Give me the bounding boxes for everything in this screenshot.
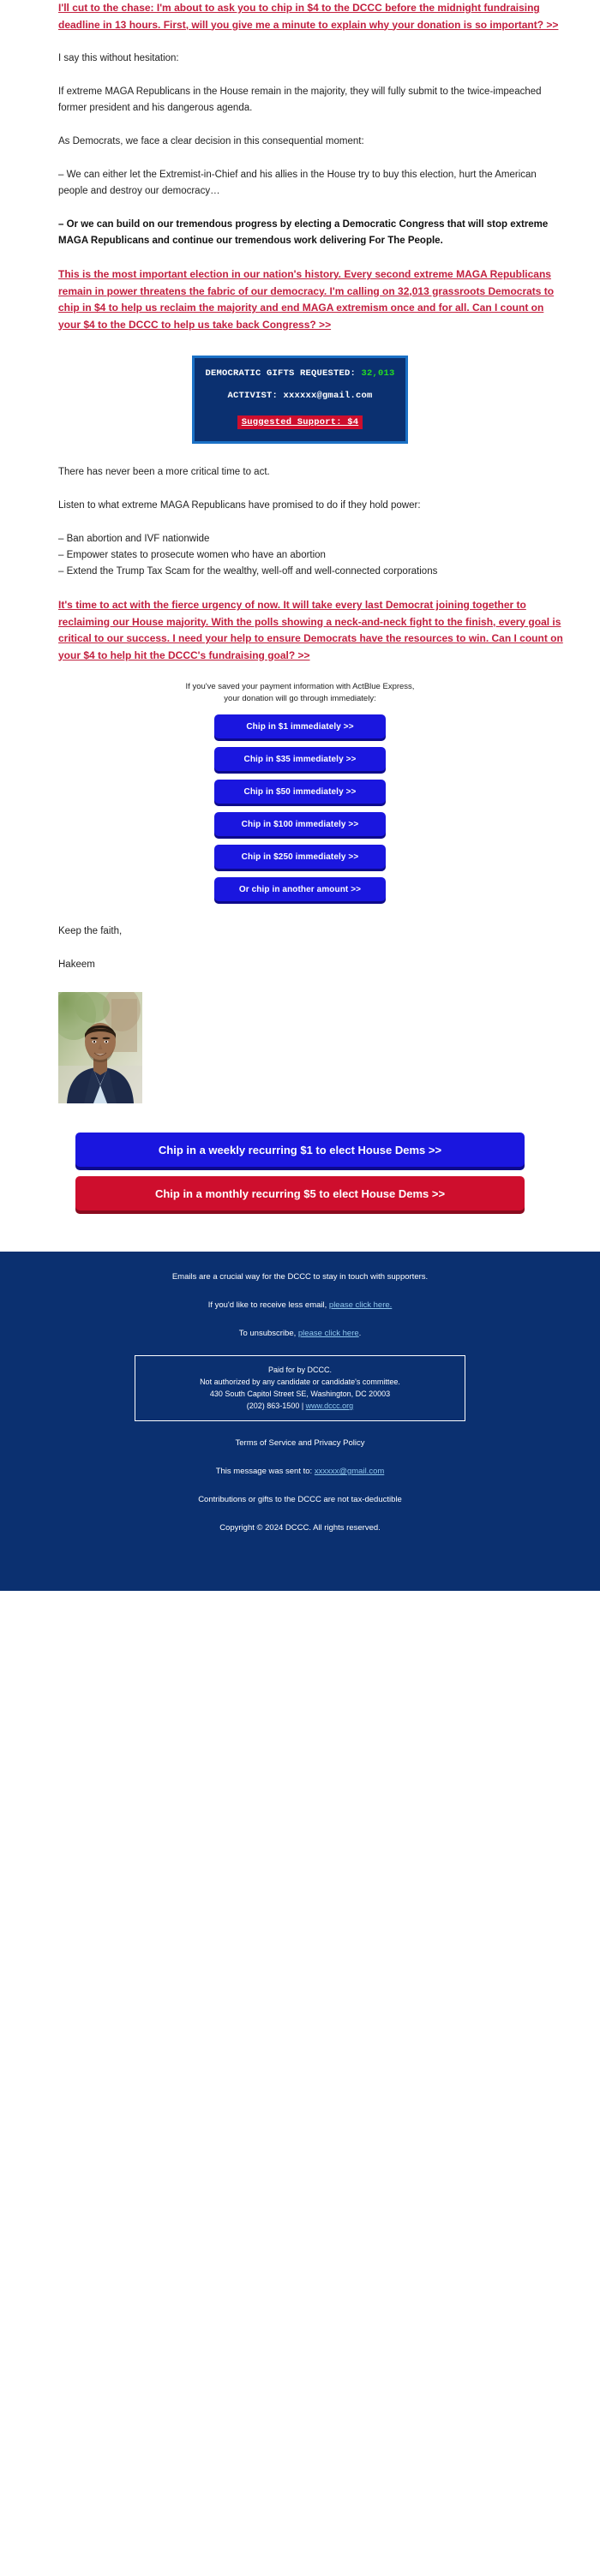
disclaimer-not-authorized: Not authorized by any candidate or candi… <box>200 1378 400 1386</box>
headline-cta-link[interactable]: I'll cut to the chase: I'm about to ask … <box>58 0 567 33</box>
dccc-website-link[interactable]: www.dccc.org <box>306 1402 354 1410</box>
portrait-wrapper <box>58 973 567 1103</box>
email-container: I'll cut to the chase: I'm about to ask … <box>0 0 600 1591</box>
sent-to-prefix: This message was sent to: <box>215 1467 315 1476</box>
monthly-recurring-button[interactable]: Chip in a monthly recurring $5 to elect … <box>75 1176 525 1210</box>
cta-link-2[interactable]: This is the most important election in o… <box>58 266 567 333</box>
cta-link-3[interactable]: It's time to act with the fierce urgency… <box>58 597 567 664</box>
less-email-line: If you'd like to receive less email, ple… <box>34 1299 566 1312</box>
list-item: – Extend the Trump Tax Scam for the weal… <box>58 566 438 577</box>
chip-in-button-stack: Chip in $1 immediately >> Chip in $35 im… <box>0 714 600 905</box>
disclaimer-address: 430 South Capitol Street SE, Washington,… <box>209 1390 391 1398</box>
closing-line: Keep the faith, <box>58 926 123 936</box>
unsubscribe-line: To unsubscribe, please click here. <box>34 1327 566 1340</box>
gifts-requested-value: 32,013 <box>361 368 395 379</box>
disclaimer-phone: (202) 863-1500 | <box>246 1402 306 1410</box>
recipient-email-link[interactable]: xxxxxx@gmail.com <box>315 1467 384 1476</box>
tax-deductible-note: Contributions or gifts to the DCCC are n… <box>198 1495 402 1504</box>
email-body: I'll cut to the chase: I'm about to ask … <box>0 0 600 333</box>
paragraph-2: If extreme MAGA Republicans in the House… <box>58 87 542 113</box>
signature-name: Hakeem <box>58 959 95 970</box>
chip-in-1-button[interactable]: Chip in $1 immediately >> <box>214 714 386 738</box>
paragraph-1: I say this without hesitation: <box>58 53 179 63</box>
actblue-express-note: If you've saved your payment information… <box>0 681 600 705</box>
weekly-recurring-button[interactable]: Chip in a weekly recurring $1 to elect H… <box>75 1133 525 1167</box>
express-note-line-1: If you've saved your payment information… <box>185 682 415 691</box>
chip-in-250-button[interactable]: Chip in $250 immediately >> <box>214 845 386 869</box>
disclaimer-paid-for: Paid for by DCCC. <box>267 1366 333 1374</box>
unsubscribe-link[interactable]: please click here <box>298 1329 359 1338</box>
gift-counter-section: DEMOCRATIC GIFTS REQUESTED: 32,013 ACTIV… <box>0 350 600 464</box>
email-body-lower: There has never been a more critical tim… <box>0 464 600 664</box>
express-donate-section: If you've saved your payment information… <box>0 681 600 905</box>
activist-email-line: ACTIVIST: xxxxxx@gmail.com <box>227 391 373 401</box>
recurring-donation-section: Chip in a weekly recurring $1 to elect H… <box>0 1103 600 1241</box>
gifts-requested-label: DEMOCRATIC GIFTS REQUESTED: <box>205 368 356 379</box>
chip-in-100-button[interactable]: Chip in $100 immediately >> <box>214 812 386 836</box>
terms-and-privacy-link[interactable]: Terms of Service and Privacy Policy <box>34 1437 566 1449</box>
chip-in-50-button[interactable]: Chip in $50 immediately >> <box>214 780 386 804</box>
list-item: – Ban abortion and IVF nationwide <box>58 534 210 544</box>
paragraph-4: – We can either let the Extremist-in-Chi… <box>58 170 537 196</box>
paid-for-disclaimer-box: Paid for by DCCC. Not authorized by any … <box>135 1355 465 1421</box>
express-note-line-2: your donation will go through immediatel… <box>224 694 376 703</box>
less-email-prefix: If you'd like to receive less email, <box>207 1300 329 1310</box>
paragraph-6: There has never been a more critical tim… <box>58 467 270 477</box>
gift-counter-box: DEMOCRATIC GIFTS REQUESTED: 32,013 ACTIV… <box>192 356 408 444</box>
chip-in-other-amount-button[interactable]: Or chip in another amount >> <box>214 877 386 901</box>
hakeem-jeffries-portrait <box>58 992 142 1103</box>
paragraph-3: As Democrats, we face a clear decision i… <box>58 136 364 146</box>
less-email-link[interactable]: please click here. <box>329 1300 392 1310</box>
footer-intro-line: Emails are a crucial way for the DCCC to… <box>171 1272 429 1282</box>
sent-to-line: This message was sent to: xxxxxx@gmail.c… <box>34 1465 566 1478</box>
copyright-line: Copyright © 2024 DCCC. All rights reserv… <box>219 1523 381 1533</box>
chip-in-35-button[interactable]: Chip in $35 immediately >> <box>214 747 386 771</box>
email-footer: Emails are a crucial way for the DCCC to… <box>0 1252 600 1591</box>
suggested-support-badge[interactable]: Suggested Support: $4 <box>237 415 363 429</box>
disclaimer-contact: (202) 863-1500 | www.dccc.org <box>146 1400 454 1412</box>
unsubscribe-suffix: . <box>358 1329 362 1338</box>
unsubscribe-prefix: To unsubscribe, <box>238 1329 298 1338</box>
email-signoff: Keep the faith, Hakeem <box>0 923 600 1103</box>
maga-promises-list: – Ban abortion and IVF nationwide – Empo… <box>58 531 567 580</box>
footer-spacer <box>0 1241 600 1252</box>
list-item: – Empower states to prosecute women who … <box>58 550 326 560</box>
gifts-requested-line: DEMOCRATIC GIFTS REQUESTED: 32,013 <box>200 368 400 379</box>
paragraph-5-bold: – Or we can build on our tremendous prog… <box>58 219 549 246</box>
paragraph-7: Listen to what extreme MAGA Republicans … <box>58 500 421 511</box>
